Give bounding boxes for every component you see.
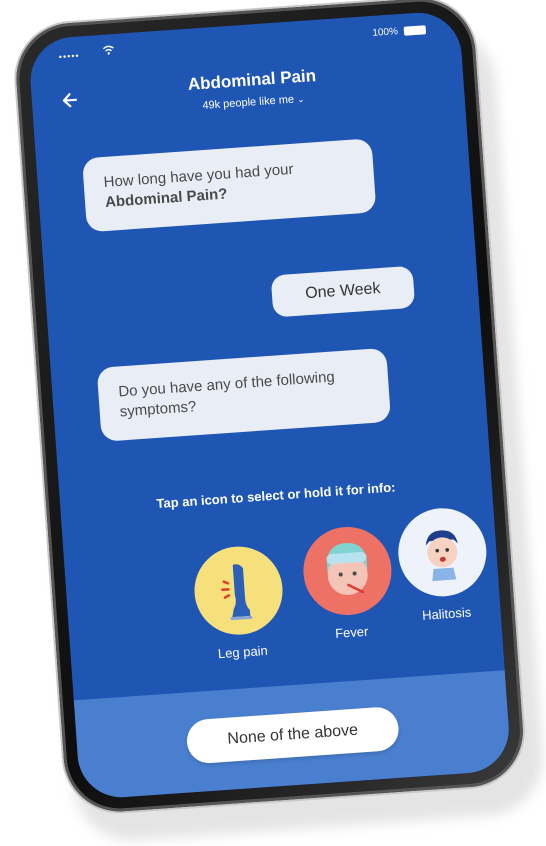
phone-frame: ••••• 100% Abdominal Pain 49k people lik…	[12, 0, 527, 816]
phone-mockup: ••••• 100% Abdominal Pain 49k people lik…	[3, 0, 546, 845]
none-of-the-above-button[interactable]: None of the above	[185, 705, 401, 765]
symptom-label: Fever	[334, 623, 369, 641]
footer-bar: None of the above	[73, 670, 512, 801]
question-bubble-duration: How long have you had your Abdominal Pai…	[81, 138, 377, 233]
symptom-label: Halitosis	[421, 604, 472, 623]
symptom-option-fever[interactable]: Fever	[298, 524, 398, 643]
battery-percent: 100%	[372, 26, 399, 39]
chevron-down-icon: ⌄	[296, 93, 305, 105]
stage: ••••• 100% Abdominal Pain 49k people lik…	[0, 0, 546, 845]
symptom-option-halitosis[interactable]: Halitosis	[393, 505, 493, 624]
signal-icon: •••••	[58, 50, 80, 62]
people-like-me-label: 49k people like me	[202, 93, 295, 112]
halitosis-face-icon	[395, 505, 490, 600]
battery-icon	[403, 25, 427, 36]
fever-face-icon	[300, 524, 395, 618]
question-bubble-symptoms: Do you have any of the following symptom…	[96, 347, 392, 442]
symptom-option-leg-pain[interactable]: Leg pain	[190, 543, 290, 663]
wifi-icon	[102, 45, 115, 56]
symptom-label: Leg pain	[217, 642, 269, 662]
app-screen: ••••• 100% Abdominal Pain 49k people lik…	[27, 9, 512, 801]
answer-bubble-duration: One Week	[270, 265, 416, 318]
leg-pain-icon	[191, 543, 286, 638]
